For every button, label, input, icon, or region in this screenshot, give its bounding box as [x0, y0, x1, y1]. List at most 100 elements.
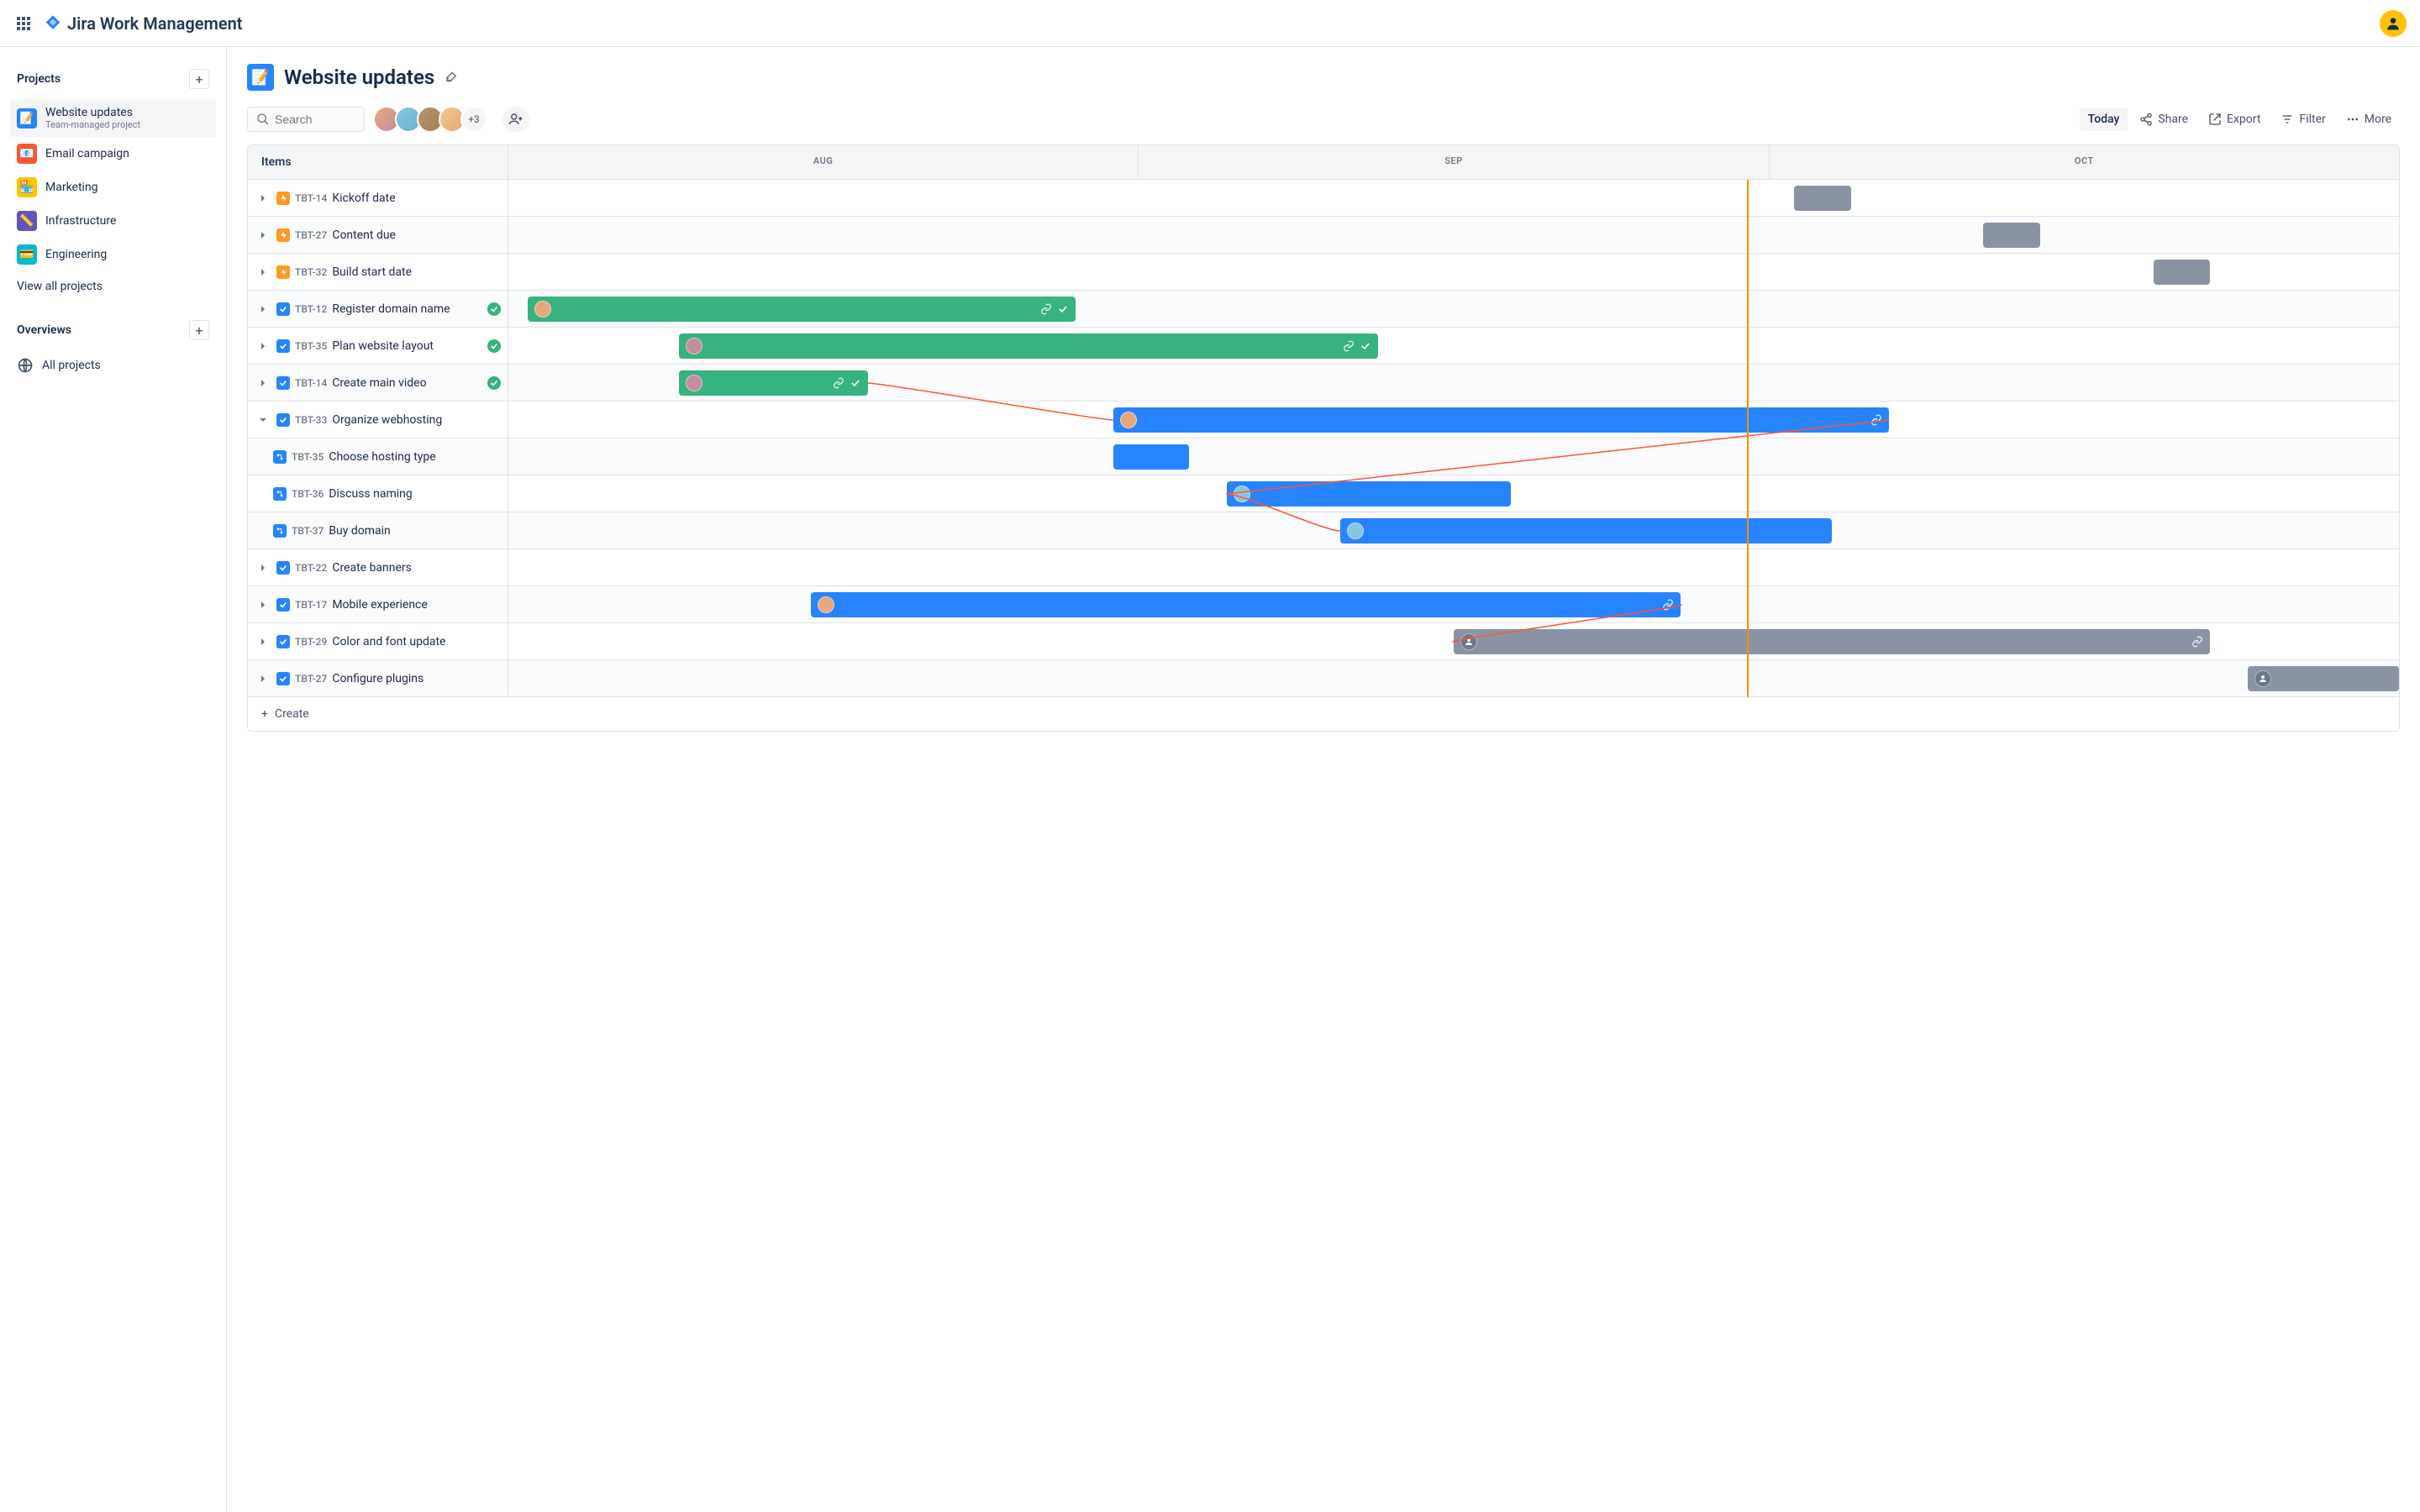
chevron-right-icon[interactable]: [255, 267, 271, 277]
chevron-right-icon[interactable]: [255, 341, 271, 351]
timeline-bar[interactable]: [679, 370, 868, 396]
issue-type-icon: [276, 339, 290, 353]
row-label[interactable]: TBT-17 Mobile experience: [248, 586, 508, 622]
row-label[interactable]: TBT-36 Discuss naming: [248, 475, 508, 512]
sidebar-project-item[interactable]: 📧 Email campaign: [10, 137, 216, 171]
check-icon: [850, 377, 861, 389]
issue-key: TBT-35: [295, 340, 327, 352]
row-chart[interactable]: [508, 660, 2399, 696]
timeline-bar[interactable]: [1340, 518, 1832, 543]
project-name: Website updates: [45, 106, 140, 119]
sidebar-project-item[interactable]: 🏪 Marketing: [10, 171, 216, 204]
globe-icon: [17, 357, 34, 374]
issue-type-icon: [273, 524, 287, 538]
issue-key: TBT-29: [295, 636, 327, 648]
view-all-projects-link[interactable]: View all projects: [10, 271, 216, 302]
row-label[interactable]: TBT-37 Buy domain: [248, 512, 508, 549]
row-label[interactable]: TBT-35 Plan website layout: [248, 328, 508, 364]
timeline-bar[interactable]: [1983, 223, 2040, 248]
add-people-button[interactable]: [502, 106, 529, 133]
export-button[interactable]: Export: [2200, 108, 2269, 131]
search-input[interactable]: [275, 113, 355, 126]
link-icon: [833, 377, 844, 389]
add-project-button[interactable]: +: [189, 69, 209, 89]
row-chart[interactable]: [508, 623, 2399, 659]
all-projects-item[interactable]: All projects: [10, 350, 216, 381]
row-chart[interactable]: [508, 549, 2399, 585]
timeline-bar[interactable]: [679, 333, 1379, 359]
filter-button[interactable]: Filter: [2272, 108, 2333, 131]
row-chart[interactable]: [508, 438, 2399, 475]
timeline-bar[interactable]: [1794, 186, 1851, 211]
timeline-bar[interactable]: [1227, 481, 1511, 507]
row-chart[interactable]: [508, 365, 2399, 401]
bar-icons: [1040, 303, 1069, 315]
row-chart[interactable]: [508, 402, 2399, 438]
project-text: Email campaign: [45, 147, 129, 160]
today-button[interactable]: Today: [2080, 108, 2128, 131]
chevron-right-icon[interactable]: [255, 600, 271, 610]
paint-icon[interactable]: [445, 70, 460, 85]
row-label[interactable]: TBT-35 Choose hosting type: [248, 438, 508, 475]
timeline-bar[interactable]: [1113, 407, 1889, 433]
user-avatar[interactable]: [2380, 10, 2407, 37]
search-box[interactable]: [247, 107, 365, 132]
row-label[interactable]: TBT-14 Create main video: [248, 365, 508, 401]
issue-title: Create banners: [332, 561, 412, 575]
issue-key: TBT-27: [295, 229, 327, 241]
row-label[interactable]: TBT-29 Color and font update: [248, 623, 508, 659]
link-icon: [1870, 414, 1882, 426]
timeline-bar[interactable]: [1454, 629, 2210, 654]
row-chart[interactable]: [508, 217, 2399, 253]
row-chart[interactable]: [508, 586, 2399, 622]
row-chart[interactable]: [508, 254, 2399, 290]
chevron-right-icon[interactable]: [255, 378, 271, 388]
sidebar-project-item[interactable]: 📝 Website updates Team-managed project: [10, 99, 216, 137]
assignee-avatar: [1347, 522, 1364, 539]
row-chart[interactable]: [508, 291, 2399, 327]
timeline-bar[interactable]: [528, 297, 1076, 322]
row-label[interactable]: TBT-27 Content due: [248, 217, 508, 253]
chevron-right-icon[interactable]: [255, 304, 271, 314]
app-switcher-icon[interactable]: [13, 13, 34, 34]
issue-key: TBT-14: [295, 377, 327, 389]
chevron-right-icon[interactable]: [255, 674, 271, 684]
assignee-avatar: [686, 375, 702, 391]
check-icon: [1057, 303, 1069, 315]
sidebar-project-item[interactable]: 💳 Engineering: [10, 238, 216, 271]
done-status-icon: [487, 302, 501, 316]
chevron-down-icon[interactable]: [255, 415, 271, 425]
sidebar-project-item[interactable]: 📏 Infrastructure: [10, 204, 216, 238]
layout: Projects + 📝 Website updates Team-manage…: [0, 47, 2420, 1512]
create-row[interactable]: + Create: [248, 697, 2399, 731]
chevron-right-icon[interactable]: [255, 230, 271, 240]
row-chart[interactable]: [508, 512, 2399, 549]
issue-type-icon: [276, 672, 290, 685]
timeline-bar[interactable]: [2248, 666, 2399, 691]
avatar-stack[interactable]: +3: [373, 106, 487, 133]
row-label[interactable]: TBT-33 Organize webhosting: [248, 402, 508, 438]
row-label[interactable]: TBT-12 Register domain name: [248, 291, 508, 327]
timeline-row: TBT-35 Choose hosting type: [248, 438, 2399, 475]
more-button[interactable]: More: [2338, 108, 2400, 131]
row-label[interactable]: TBT-32 Build start date: [248, 254, 508, 290]
share-button[interactable]: Share: [2131, 108, 2196, 131]
timeline-bar[interactable]: [2154, 260, 2211, 285]
timeline-bar[interactable]: [1113, 444, 1189, 470]
row-chart[interactable]: [508, 180, 2399, 216]
unassigned-icon: [1460, 633, 1477, 650]
row-label[interactable]: TBT-27 Configure plugins: [248, 660, 508, 696]
sidebar: Projects + 📝 Website updates Team-manage…: [0, 47, 227, 1512]
chevron-right-icon[interactable]: [255, 563, 271, 573]
row-chart[interactable]: [508, 475, 2399, 512]
row-label[interactable]: TBT-22 Create banners: [248, 549, 508, 585]
timeline-bar[interactable]: [811, 592, 1681, 617]
product-logo[interactable]: Jira Work Management: [44, 13, 243, 34]
row-chart[interactable]: [508, 328, 2399, 364]
row-label[interactable]: TBT-14 Kickoff date: [248, 180, 508, 216]
chevron-right-icon[interactable]: [255, 637, 271, 647]
chevron-right-icon[interactable]: [255, 193, 271, 203]
avatar-overflow[interactable]: +3: [460, 106, 487, 133]
add-overview-button[interactable]: +: [189, 320, 209, 340]
overviews-label: Overviews: [17, 323, 71, 337]
